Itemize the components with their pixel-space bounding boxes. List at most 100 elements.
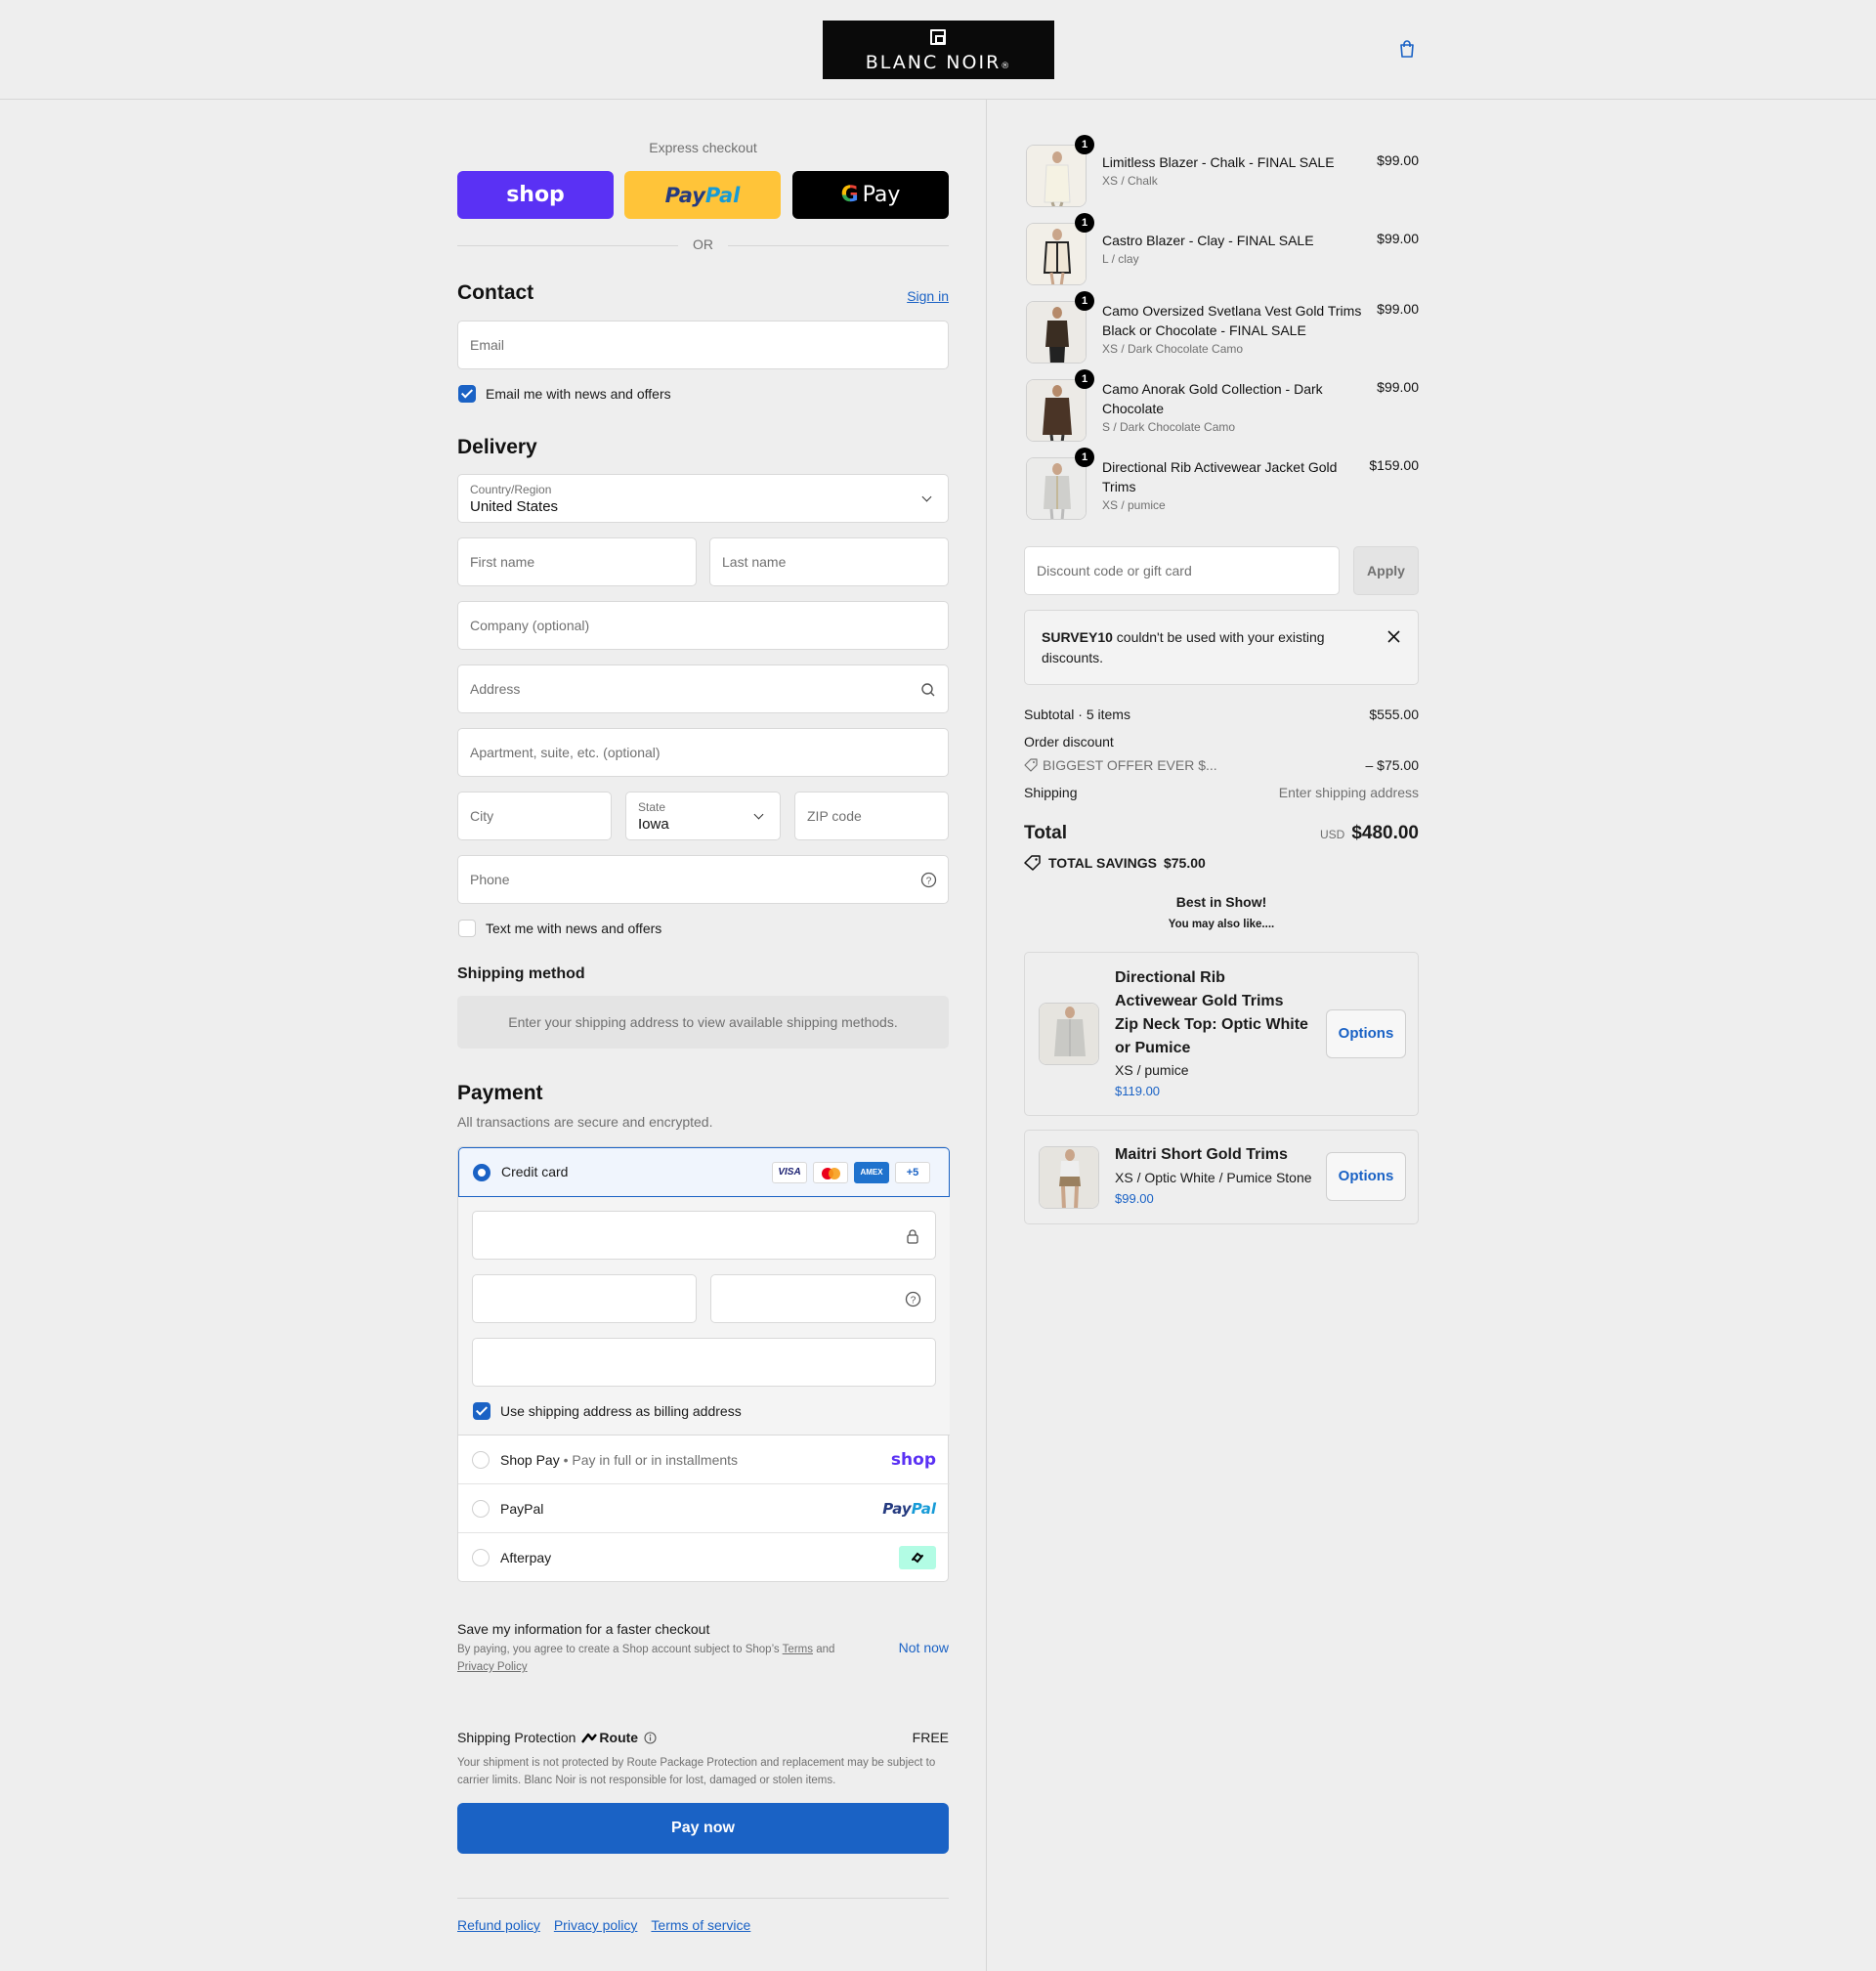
delivery-heading: Delivery	[457, 436, 537, 458]
address-field[interactable]: Address	[457, 664, 949, 713]
item-variant: XS / pumice	[1102, 498, 1166, 512]
shipping-protection-note: Your shipment is not protected by Route …	[457, 1757, 936, 1786]
afterpay-logo-icon	[899, 1546, 936, 1569]
amex-icon: AMEX	[854, 1162, 889, 1183]
cart-item: 1 Limitless Blazer - Chalk - FINAL SALE …	[1024, 135, 1419, 207]
upsell-product-card: Directional Rib Activewear Gold Trims Zi…	[1024, 952, 1419, 1116]
shop-pay-express-button[interactable]: shop	[457, 171, 614, 219]
apartment-field[interactable]: Apartment, suite, etc. (optional)	[457, 728, 949, 777]
footer-links: Refund policy Privacy policy Terms of se…	[457, 1917, 750, 1933]
paypal-radio[interactable]	[472, 1500, 490, 1518]
phone-field[interactable]: Phone ?	[457, 855, 949, 904]
total-savings: TOTAL SAVINGS $75.00	[1024, 855, 1206, 871]
help-icon[interactable]: ?	[905, 1291, 921, 1307]
security-code-field[interactable]: ?	[710, 1274, 936, 1323]
close-icon[interactable]	[1387, 630, 1400, 643]
privacy-policy-link[interactable]: Privacy policy	[554, 1917, 638, 1933]
paypal-express-button[interactable]: Pay Pal	[624, 171, 781, 219]
quantity-badge: 1	[1075, 135, 1094, 154]
cart-item: 1 Camo Oversized Svetlana Vest Gold Trim…	[1024, 291, 1419, 364]
google-g-icon: G	[840, 183, 859, 207]
discount-notice: SURVEY10 couldn't be used with your exis…	[1024, 610, 1419, 685]
shipping-protection-price: FREE	[912, 1730, 949, 1745]
express-checkout-title: Express checkout	[649, 140, 757, 155]
country-select[interactable]: Country/Region United States	[457, 474, 949, 523]
options-button[interactable]: Options	[1326, 1009, 1406, 1058]
shop-privacy-link[interactable]: Privacy Policy	[457, 1661, 528, 1673]
afterpay-radio[interactable]	[472, 1549, 490, 1566]
shop-terms-link[interactable]: Terms	[783, 1644, 813, 1655]
info-icon[interactable]	[644, 1731, 657, 1744]
mastercard-icon	[813, 1162, 848, 1183]
upsell-product-variant: XS / pumice	[1115, 1062, 1189, 1078]
city-field[interactable]: City	[457, 792, 612, 840]
pay-now-button[interactable]: Pay now	[457, 1803, 949, 1854]
total-value: $480.00	[1351, 823, 1419, 843]
chevron-down-icon	[753, 809, 764, 820]
afterpay-option[interactable]: Afterpay	[458, 1533, 950, 1582]
item-variant: S / Dark Chocolate Camo	[1102, 420, 1236, 434]
item-variant: XS / Dark Chocolate Camo	[1102, 342, 1244, 356]
options-button[interactable]: Options	[1326, 1152, 1406, 1201]
not-now-link[interactable]: Not now	[899, 1640, 949, 1655]
brand-logo[interactable]: BLANC NOIR®	[823, 21, 1054, 79]
refund-policy-link[interactable]: Refund policy	[457, 1917, 540, 1933]
item-name: Camo Anorak Gold Collection - Dark Choco…	[1102, 381, 1323, 416]
item-name: Camo Oversized Svetlana Vest Gold Trims …	[1102, 303, 1362, 338]
discount-code-name: BIGGEST OFFER EVER $...	[1043, 757, 1217, 773]
shop-pay-note: Pay in full or in installments	[572, 1452, 739, 1468]
savings-label: TOTAL SAVINGS	[1048, 855, 1157, 871]
payment-methods: Credit card VISA AMEX +5 ? Use shipping …	[457, 1146, 950, 1582]
quantity-badge: 1	[1075, 448, 1094, 467]
quantity-badge: 1	[1075, 369, 1094, 389]
company-field[interactable]: Company (optional)	[457, 601, 949, 650]
item-name: Castro Blazer - Clay - FINAL SALE	[1102, 233, 1314, 248]
google-pay-express-button[interactable]: G Pay	[792, 171, 949, 219]
email-opt-in-label: Email me with news and offers	[486, 386, 671, 402]
subtotal-label: Subtotal · 5 items	[1024, 707, 1130, 722]
shipping-value: Enter shipping address	[1278, 785, 1419, 800]
item-price: $99.00	[1377, 379, 1419, 395]
item-price: $99.00	[1377, 301, 1419, 317]
name-on-card-field[interactable]	[472, 1338, 936, 1387]
expiration-date-field[interactable]	[472, 1274, 697, 1323]
shopping-bag-icon[interactable]	[1397, 39, 1417, 59]
zip-field[interactable]: ZIP code	[794, 792, 949, 840]
apply-discount-button[interactable]: Apply	[1353, 546, 1419, 595]
product-image	[1026, 379, 1087, 442]
credit-card-option[interactable]: Credit card VISA AMEX +5	[458, 1147, 950, 1197]
save-info-title: Save my information for a faster checkou…	[457, 1621, 710, 1637]
card-number-field[interactable]	[472, 1211, 936, 1260]
billing-same-label: Use shipping address as billing address	[500, 1403, 742, 1419]
sign-in-link[interactable]: Sign in	[907, 288, 949, 304]
total-label: Total	[1024, 823, 1067, 843]
shop-pay-option[interactable]: Shop Pay • Pay in full or in installment…	[458, 1435, 950, 1484]
last-name-field[interactable]: Last name	[709, 537, 949, 586]
first-name-field[interactable]: First name	[457, 537, 697, 586]
svg-text:?: ?	[926, 877, 932, 887]
visa-icon: VISA	[772, 1162, 807, 1183]
discount-code-field[interactable]: Discount code or gift card	[1024, 546, 1340, 595]
discount-code-row: BIGGEST OFFER EVER $...	[1024, 757, 1217, 773]
billing-same-checkbox[interactable]	[473, 1402, 490, 1420]
item-variant: L / clay	[1102, 252, 1139, 266]
product-image	[1026, 457, 1087, 520]
shop-pay-radio[interactable]	[472, 1451, 490, 1469]
state-select[interactable]: State Iowa	[625, 792, 781, 840]
product-image	[1039, 1146, 1099, 1209]
email-opt-in-checkbox[interactable]	[458, 385, 476, 403]
quantity-badge: 1	[1075, 291, 1094, 311]
subtotal-value: $555.00	[1369, 707, 1419, 722]
text-opt-in-label: Text me with news and offers	[486, 921, 662, 936]
search-icon	[921, 683, 935, 697]
more-cards-badge: +5	[895, 1162, 930, 1183]
text-opt-in-checkbox[interactable]	[458, 920, 476, 937]
credit-card-radio[interactable]	[473, 1164, 490, 1181]
shop-pay-label: Shop Pay	[500, 1452, 560, 1468]
terms-of-service-link[interactable]: Terms of service	[651, 1917, 750, 1933]
email-field[interactable]: Email	[457, 321, 949, 369]
payment-subtitle: All transactions are secure and encrypte…	[457, 1114, 713, 1130]
help-icon[interactable]: ?	[920, 872, 937, 888]
paypal-option[interactable]: PayPal PayPal	[458, 1484, 950, 1533]
cart-item: 1 Castro Blazer - Clay - FINAL SALE L / …	[1024, 213, 1419, 285]
